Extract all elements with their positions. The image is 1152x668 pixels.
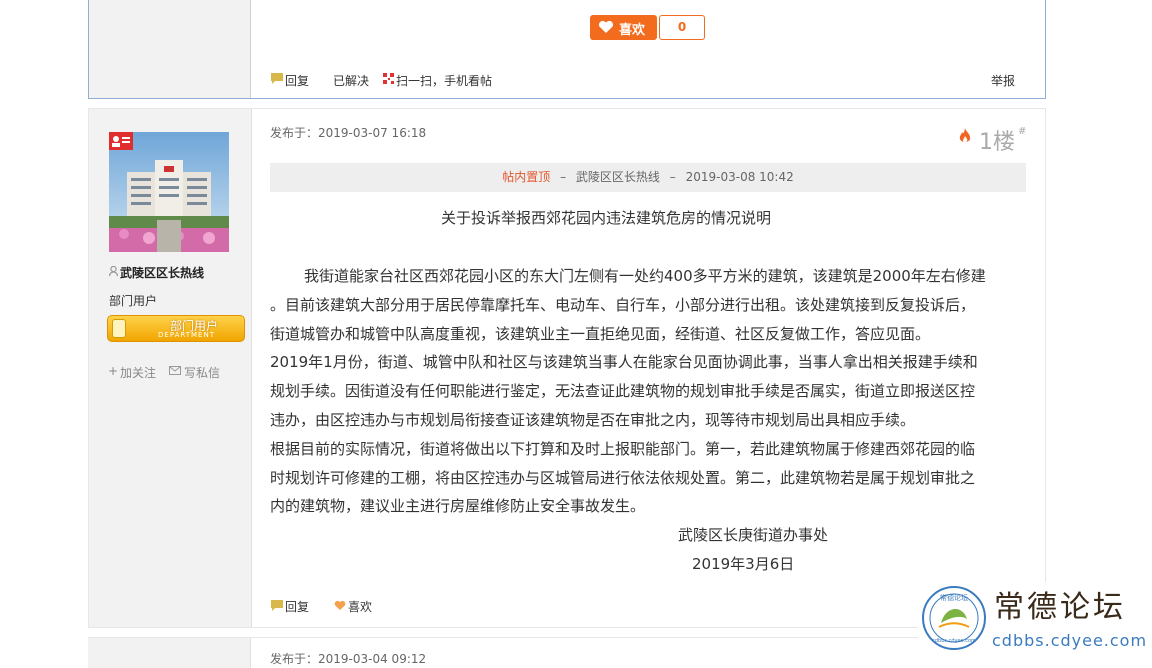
mail-icon: [169, 366, 181, 375]
qrcode-icon: [383, 73, 394, 84]
body-line: 违办，由区控违办与市规划局衔接查证该建筑物是否在审批之内，现等待市规划局出具相应…: [270, 410, 916, 429]
scan-link[interactable]: 扫一扫，手机看帖: [396, 72, 492, 89]
signature-date: 2019年3月6日: [692, 555, 795, 573]
body-line: 根据目前的实际情况，街道将做出以下打算和及时上报职能部门。第一，若此建筑物属于修…: [270, 439, 976, 458]
previous-post: [88, 0, 1046, 99]
reply-icon: [271, 73, 283, 84]
avatar-image: [109, 132, 229, 252]
floor-number[interactable]: 1楼: [979, 124, 1015, 156]
reply-link[interactable]: 回复: [285, 72, 309, 89]
sticky-sep-1: –: [560, 170, 567, 184]
body-line: 内的建筑物，建议业主进行房屋维修防止安全事故发生。: [270, 497, 646, 516]
avatar[interactable]: [109, 132, 229, 252]
body-line: 2019年1月份，街道、城管中队和社区与该建筑当事人在能家台见面协调此事，当事人…: [270, 353, 978, 372]
department-badge: 部门用户 DEPARTMENT: [107, 315, 245, 342]
publish-time: 发布于：2019-03-07 16:18: [270, 126, 427, 140]
sticky-bar: 帖内置顶 – 武陵区区长热线 – 2019-03-08 10:42: [270, 163, 1026, 192]
badge-tag-icon: [112, 319, 126, 338]
post-reply-link[interactable]: 回复: [285, 598, 309, 615]
sticky-label[interactable]: 帖内置顶: [502, 170, 550, 184]
heart-icon: [334, 600, 346, 610]
vip-badge-icon: [109, 132, 133, 150]
body-line: 时规划许可修建的工棚，将由区控违办与区城管局进行依法依规处置。第二，此建筑物若是…: [270, 468, 976, 487]
body-line: 我街道能家台社区西郊花园小区的东大门左侧有一处约400多平方米的建筑，该建筑是2…: [304, 267, 986, 285]
post-title: 关于投诉举报西郊花园内违法建筑危房的情况说明: [441, 209, 772, 227]
previous-post-sidebar: [89, 0, 251, 98]
sticky-sep-2: –: [669, 170, 676, 184]
site-watermark: 常德论坛 cdbbs.cdyee.com 常德论坛 cdbbs.cdyee.co…: [918, 582, 1150, 654]
author-name[interactable]: 武陵区区长热线: [120, 264, 204, 281]
plus-icon: +: [108, 364, 119, 378]
follow-link[interactable]: 加关注: [120, 364, 156, 381]
body-line: 。目前该建筑大部分用于居民停靠摩托车、电动车、自行车，小部分进行出租。该处建筑接…: [270, 295, 976, 314]
user-group: 部门用户: [109, 294, 158, 308]
like-count: 0: [659, 15, 705, 40]
report-link[interactable]: 举报: [991, 72, 1015, 89]
post-like-link[interactable]: 喜欢: [348, 598, 372, 615]
signature-org: 武陵区长庚街道办事处: [678, 526, 829, 544]
floor-anchor[interactable]: #: [1018, 126, 1026, 137]
body-line: 街道城管办和城管中队高度重视，该建筑业主一直拒绝见面，经街道、社区反复做工作，答…: [270, 324, 931, 343]
watermark-url: cdbbs.cdyee.com: [992, 631, 1148, 650]
seal-url: cdbbs.cdyee.com: [932, 638, 976, 644]
sticky-by[interactable]: 武陵区区长热线: [576, 170, 660, 184]
sticky-time: 2019-03-08 10:42: [685, 170, 794, 184]
message-link[interactable]: 写私信: [184, 364, 220, 381]
body-line: 规划手续。因街道没有任何职能进行鉴定，无法查证此建筑物的规划审批手续是否属实，街…: [270, 382, 976, 401]
reply-icon: [271, 600, 283, 611]
post-body: 我街道能家台社区西郊花园小区的东大门左侧有一处约400多平方米的建筑，该建筑是2…: [270, 262, 1030, 521]
badge-en-label: DEPARTMENT: [158, 331, 215, 339]
heart-icon: [598, 20, 614, 33]
online-status-icon: [109, 266, 118, 276]
next-publish-time: 发布于：2019-03-04 09:12: [270, 652, 427, 666]
like-button[interactable]: 喜欢: [590, 15, 657, 40]
fire-icon: [959, 128, 971, 143]
seal-text: 常德论坛: [940, 593, 968, 602]
next-post: [88, 637, 1046, 668]
site-seal-logo: 常德论坛 cdbbs.cdyee.com: [922, 586, 986, 650]
next-post-sidebar: [88, 638, 251, 668]
watermark-title: 常德论坛: [994, 590, 1126, 625]
solved-status: 已解决: [333, 74, 370, 88]
like-button-label: 喜欢: [619, 23, 646, 38]
